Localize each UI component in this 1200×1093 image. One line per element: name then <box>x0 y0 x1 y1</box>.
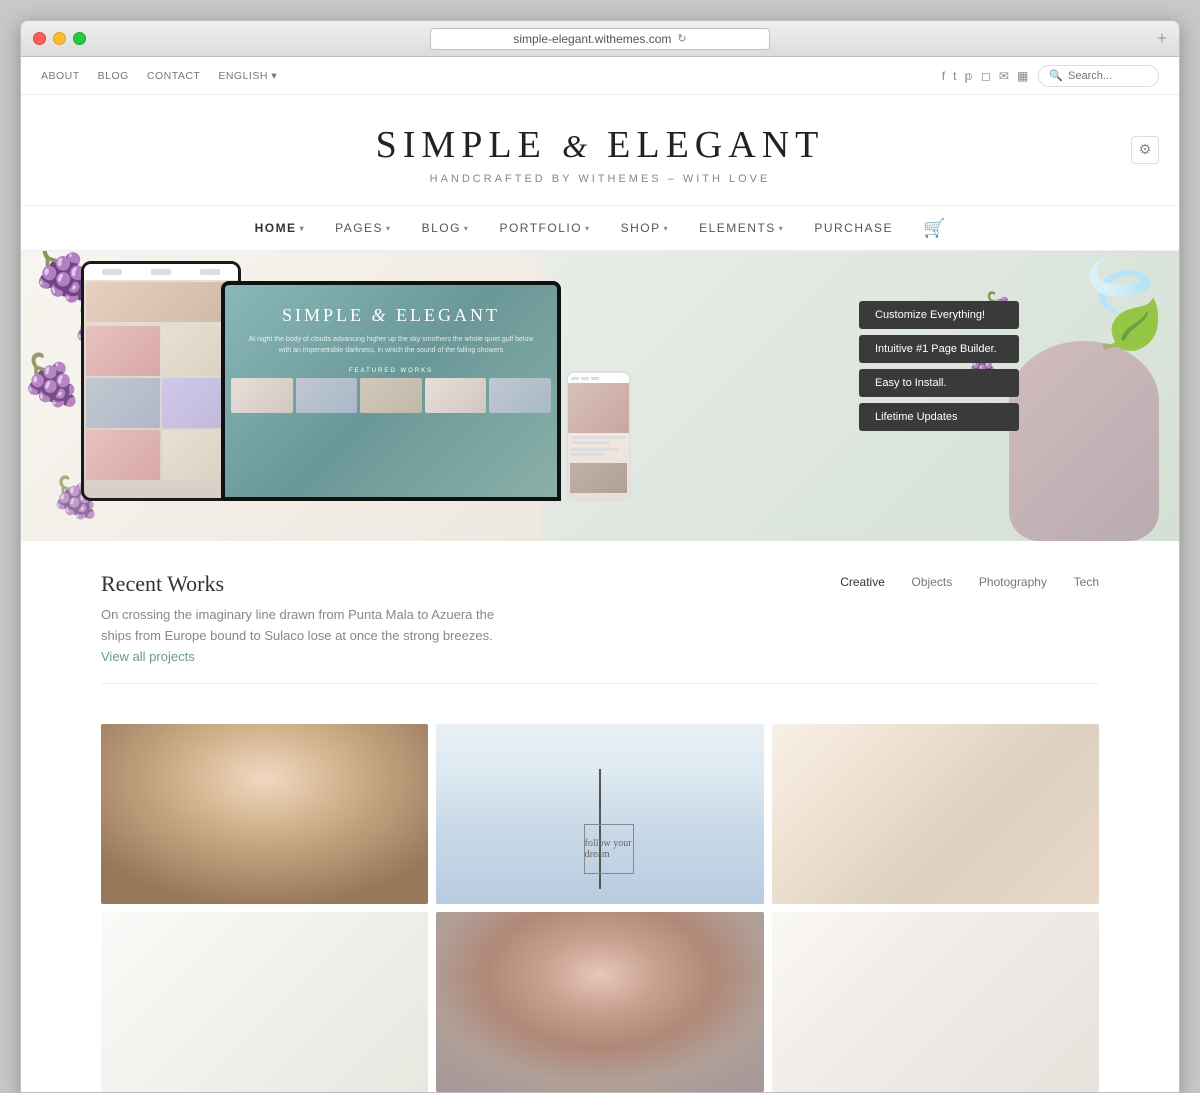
recent-works-title: Recent Works <box>101 571 501 597</box>
cart-icon[interactable]: 🛒 <box>923 218 945 239</box>
portfolio-item-5[interactable] <box>436 912 763 1092</box>
social-icons: f t 𝕡 ◻ ✉ ▦ <box>942 69 1029 83</box>
website-content: ABOUT BLOG CONTACT ENGLISH ▾ f t 𝕡 ◻ ✉ ▦… <box>21 57 1179 1092</box>
browser-titlebar: simple-elegant.withemes.com ↻ + <box>21 21 1179 57</box>
feature-btn-updates[interactable]: Lifetime Updates <box>859 403 1019 431</box>
portfolio-item-6[interactable] <box>772 912 1099 1092</box>
laptop-site-title: SIMPLE & ELEGANT <box>225 285 557 334</box>
laptop-featured-label: FEATURED WORKS <box>225 368 557 374</box>
devices-container: SIMPLE & ELEGANT At night the body of cl… <box>81 261 631 501</box>
filter-separator-1: · <box>897 578 900 587</box>
laptop-mockup: SIMPLE & ELEGANT At night the body of cl… <box>221 281 561 501</box>
filter-separator-2: · <box>964 578 967 587</box>
pinterest-icon[interactable]: 𝕡 <box>964 69 973 83</box>
portfolio-item-3[interactable] <box>772 724 1099 904</box>
top-bar: ABOUT BLOG CONTACT ENGLISH ▾ f t 𝕡 ◻ ✉ ▦… <box>21 57 1179 95</box>
nav-item-elements[interactable]: ELEMENTS ▾ <box>699 221 784 235</box>
nav-blog[interactable]: BLOG <box>98 70 129 82</box>
recent-works-section: Recent Works On crossing the imaginary l… <box>21 541 1179 724</box>
feature-buttons: Customize Everything! Intuitive #1 Page … <box>859 301 1019 431</box>
wine-glass-decoration <box>1009 341 1159 541</box>
search-icon: 🔍 <box>1049 69 1063 82</box>
reload-icon[interactable]: ↻ <box>677 32 686 45</box>
nav-item-portfolio[interactable]: PORTFOLIO ▾ <box>499 221 590 235</box>
nav-english[interactable]: ENGLISH ▾ <box>218 70 277 82</box>
add-tab-button[interactable]: + <box>1157 28 1167 49</box>
filter-tech[interactable]: Tech <box>1074 575 1099 589</box>
site-title: SIMPLE & ELEGANT <box>41 123 1159 167</box>
feature-btn-pagebuilder[interactable]: Intuitive #1 Page Builder. <box>859 335 1019 363</box>
hero-banner: 🍇 🍇 🍇 🍇 🍃 🍇 🍇 2.0 <box>21 251 1179 541</box>
recent-works-header: Recent Works On crossing the imaginary l… <box>101 571 1099 667</box>
tablet-mockup <box>81 261 241 501</box>
filter-separator-3: · <box>1059 578 1062 587</box>
laptop-body-text: At night the body of clouds advancing hi… <box>225 334 557 356</box>
nav-item-pages[interactable]: PAGES ▾ <box>335 221 391 235</box>
site-subtitle: HANDCRAFTED BY WITHEMES – WITH LOVE <box>41 173 1159 185</box>
url-bar[interactable]: simple-elegant.withemes.com ↻ <box>430 28 770 50</box>
top-bar-right: f t 𝕡 ◻ ✉ ▦ 🔍 <box>942 65 1159 87</box>
search-bar[interactable]: 🔍 <box>1038 65 1159 87</box>
view-all-projects-link[interactable]: View all projects <box>101 649 195 664</box>
mail-icon[interactable]: ✉ <box>999 69 1009 83</box>
portfolio-grid: follow your dream <box>21 724 1179 1092</box>
portfolio-item-1[interactable] <box>101 724 428 904</box>
nav-item-blog[interactable]: BLOG ▾ <box>422 221 470 235</box>
traffic-lights <box>33 32 86 45</box>
nav-item-purchase[interactable]: PURCHASE <box>814 221 893 235</box>
feature-btn-customize[interactable]: Customize Everything! <box>859 301 1019 329</box>
grapes-decoration-4: 🍇 <box>21 351 83 410</box>
nav-about[interactable]: ABOUT <box>41 70 80 82</box>
main-nav: HOME ▾ PAGES ▾ BLOG ▾ PORTFOLIO ▾ SHOP ▾… <box>21 205 1179 251</box>
site-title-part2: ELEGANT <box>607 124 824 166</box>
phone-mockup <box>566 371 631 501</box>
top-bar-nav: ABOUT BLOG CONTACT ENGLISH ▾ <box>41 70 277 82</box>
filter-creative[interactable]: Creative <box>840 575 885 589</box>
rss-icon[interactable]: ▦ <box>1017 69 1028 83</box>
settings-button[interactable]: ⚙ <box>1131 136 1159 164</box>
site-title-ampersand: & <box>562 128 607 164</box>
close-button[interactable] <box>33 32 46 45</box>
instagram-icon[interactable]: ◻ <box>981 69 991 83</box>
facebook-icon[interactable]: f <box>942 69 945 83</box>
portfolio-item-2[interactable]: follow your dream <box>436 724 763 904</box>
site-title-part1: SIMPLE <box>376 124 547 166</box>
url-text: simple-elegant.withemes.com <box>513 32 671 46</box>
twitter-icon[interactable]: t <box>953 69 956 83</box>
filter-objects[interactable]: Objects <box>912 575 953 589</box>
search-input[interactable] <box>1068 70 1148 82</box>
filter-photography[interactable]: Photography <box>979 575 1047 589</box>
section-divider <box>101 683 1099 684</box>
recent-works-info: Recent Works On crossing the imaginary l… <box>101 571 501 667</box>
maximize-button[interactable] <box>73 32 86 45</box>
recent-works-description: On crossing the imaginary line drawn fro… <box>101 605 501 667</box>
portfolio-item-4[interactable] <box>101 912 428 1092</box>
feature-btn-install[interactable]: Easy to Install. <box>859 369 1019 397</box>
nav-contact[interactable]: CONTACT <box>147 70 200 82</box>
site-header: SIMPLE & ELEGANT HANDCRAFTED BY WITHEMES… <box>21 95 1179 205</box>
minimize-button[interactable] <box>53 32 66 45</box>
nav-item-shop[interactable]: SHOP ▾ <box>621 221 670 235</box>
nav-item-home[interactable]: HOME ▾ <box>255 221 306 235</box>
portfolio-filter: Creative · Objects · Photography · Tech <box>840 571 1099 589</box>
